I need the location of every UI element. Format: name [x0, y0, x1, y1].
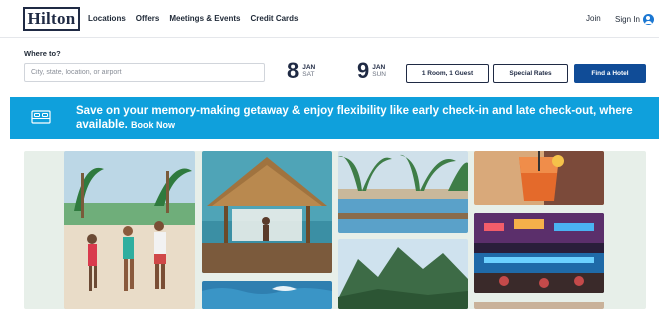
nav-item-offers[interactable]: Offers — [136, 14, 160, 23]
destination-search-input[interactable] — [24, 63, 265, 82]
main-nav: Locations Offers Meetings & Events Credi… — [88, 14, 299, 23]
checkin-month: JAN — [302, 63, 316, 71]
checkin-date[interactable]: 8 JAN SAT — [287, 60, 315, 82]
nav-item-credit-cards[interactable]: Credit Cards — [250, 14, 298, 23]
bed-icon — [31, 110, 51, 124]
casino-bar-photo — [474, 213, 604, 293]
partial-photo — [474, 299, 604, 309]
site-header: Hilton Locations Offers Meetings & Event… — [0, 0, 659, 38]
checkout-date[interactable]: 9 JAN SUN — [357, 60, 386, 82]
nav-item-locations[interactable]: Locations — [88, 14, 126, 23]
cocktail-photo — [474, 151, 604, 205]
book-now-link[interactable]: Book Now — [131, 120, 175, 130]
join-link[interactable]: Join — [586, 14, 601, 23]
rooms-guests-button[interactable]: 1 Room, 1 Guest — [406, 64, 489, 83]
hilton-logo[interactable]: Hilton — [23, 7, 80, 31]
special-rates-button[interactable]: Special Rates — [493, 64, 568, 83]
family-beach-photo — [64, 151, 195, 309]
cabana-pool-photo — [202, 151, 332, 273]
nav-item-meetings-events[interactable]: Meetings & Events — [169, 14, 240, 23]
checkout-month: JAN — [372, 63, 386, 71]
checkout-weekday: SUN — [372, 71, 386, 78]
checkout-day: 9 — [357, 58, 370, 83]
checkin-weekday: SAT — [302, 71, 315, 78]
checkin-day: 8 — [287, 58, 300, 83]
sign-in-label: Sign In — [615, 15, 640, 24]
user-icon — [642, 14, 654, 25]
find-hotel-button[interactable]: Find a Hotel — [574, 64, 646, 83]
resort-pool-palms-photo — [338, 151, 468, 233]
promo-text-block: Save on your memory-making getaway & enj… — [76, 104, 656, 132]
where-to-label: Where to? — [24, 49, 61, 58]
sign-in-link[interactable]: Sign In — [615, 14, 654, 25]
ocean-photo — [202, 281, 332, 309]
mountain-coast-photo — [338, 239, 468, 309]
promo-banner: Save on your memory-making getaway & enj… — [10, 97, 659, 139]
photo-collage — [24, 151, 646, 309]
